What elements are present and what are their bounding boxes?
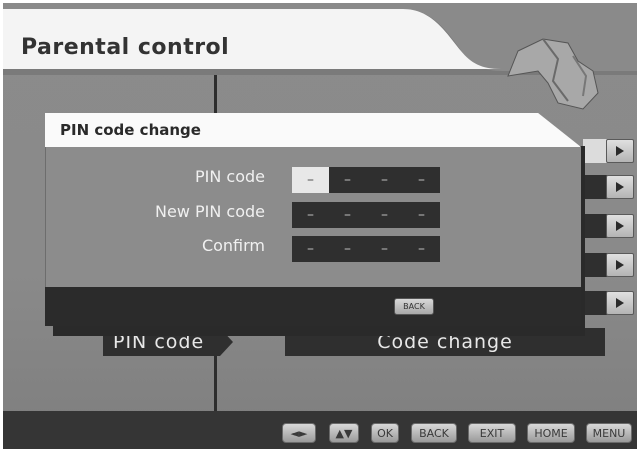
confirm-pin-input[interactable]: – – – – [292,236,440,262]
row-band [583,214,607,238]
pin-digit[interactable]: – [366,167,403,193]
exit-key[interactable]: EXIT [468,423,516,443]
pin-digit[interactable]: – [366,236,403,262]
menu-key[interactable]: MENU [586,423,632,443]
pin-digit[interactable]: – [403,236,440,262]
decorative-sculpture-icon [507,38,599,110]
row-band [583,175,607,199]
row-band [583,253,607,277]
tv-screen: Parental control PIN code Code change PI… [3,3,637,449]
pin-code-label: PIN code [194,167,265,186]
confirm-label: Confirm [201,236,265,255]
row-2-arrow-button[interactable] [606,175,634,199]
pin-digit[interactable]: – [403,167,440,193]
pin-digit[interactable]: – [329,236,366,262]
pin-code-input[interactable]: – – – – [292,167,440,193]
pin-digit[interactable]: – [292,236,329,262]
pin-digit[interactable]: – [292,167,329,193]
right-arrow-icon [616,260,624,270]
new-pin-code-input[interactable]: – – – – [292,202,440,228]
dialog-footer: BACK [45,287,581,326]
ok-key[interactable]: OK [371,423,399,443]
dialog-body: PIN code – – – – New PIN code – – – – Co… [45,147,581,287]
home-key[interactable]: HOME [527,423,575,443]
pin-digit[interactable]: – [403,202,440,228]
row-band [583,291,607,315]
row-5-arrow-button[interactable] [606,291,634,315]
right-arrow-icon [616,298,624,308]
row-4-arrow-button[interactable] [606,253,634,277]
page-title: Parental control [21,35,230,60]
pin-digit[interactable]: – [366,202,403,228]
pin-digit[interactable]: – [292,202,329,228]
left-right-arrows-icon[interactable]: ◄► [282,423,316,443]
right-arrow-icon [616,182,624,192]
pin-digit[interactable]: – [329,167,366,193]
dialog-title: PIN code change [60,121,201,139]
pin-change-dialog: PIN code change PIN code – – – – New PIN… [45,113,581,328]
right-arrow-icon [616,146,624,156]
back-key[interactable]: BACK [411,423,457,443]
up-down-arrows-icon[interactable]: ▲▼ [329,423,359,443]
remote-key-bar: ◄► ▲▼ OK BACK EXIT HOME MENU [3,411,637,449]
row-band [583,139,607,163]
row-3-arrow-button[interactable] [606,214,634,238]
row-1-arrow-button[interactable] [606,139,634,163]
pin-digit[interactable]: – [329,202,366,228]
dialog-back-button[interactable]: BACK [394,298,434,315]
right-arrow-icon [616,221,624,231]
new-pin-code-label: New PIN code [155,202,265,221]
